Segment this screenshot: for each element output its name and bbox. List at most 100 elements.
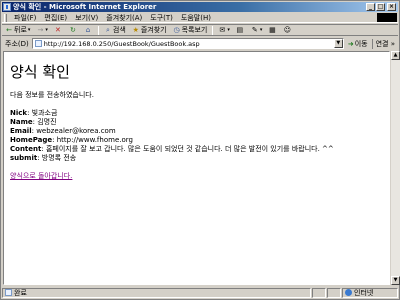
- scroll-track[interactable]: [391, 60, 400, 276]
- discuss-icon: ▦: [269, 26, 276, 34]
- history-icon: ◷: [173, 26, 180, 34]
- edit-icon: ✎: [251, 26, 258, 34]
- field-value: 방명록 전송: [41, 154, 77, 162]
- field-label: submit: [10, 154, 38, 162]
- zone-text: 인터넷: [354, 288, 374, 297]
- field-submit: submit: 방명록 전송: [10, 154, 77, 162]
- go-label: 이동: [354, 39, 368, 48]
- page-title: 양식 확인: [10, 63, 70, 81]
- address-label: 주소(D): [5, 39, 29, 48]
- toolbar-separator: [212, 25, 214, 35]
- go-arrow-icon: ➜: [347, 39, 354, 48]
- window-title: 양식 확인 - Microsoft Internet Explorer: [13, 3, 157, 11]
- home-button[interactable]: ⌂: [81, 25, 96, 36]
- vertical-scrollbar[interactable]: ▲ ▼: [390, 51, 400, 285]
- field-label: HomePage: [10, 136, 53, 144]
- intro-text: 다음 정보를 전송하였습니다.: [10, 91, 94, 99]
- field-content: Content: 홈페이지를 잘 보고 갑니다. 많은 도움이 되었던 것 같습…: [10, 145, 334, 153]
- toolbar-separator: [97, 25, 99, 35]
- favorites-icon: ★: [132, 26, 139, 34]
- messenger-icon: ☺: [283, 26, 292, 34]
- field-label: Nick: [10, 109, 28, 117]
- mail-button[interactable]: ✉ ▾: [215, 25, 233, 36]
- internet-globe-icon: [345, 289, 352, 296]
- ie-page-icon: [3, 3, 11, 11]
- discuss-button[interactable]: ▦: [265, 25, 280, 36]
- address-bar: 주소(D) http://192.168.0.250/GuestBook/Gue…: [2, 37, 398, 50]
- stop-button[interactable]: ✕: [51, 25, 66, 36]
- field-email: Email: webzealer@korea.com: [10, 127, 116, 135]
- links-button[interactable]: 연결 »: [371, 38, 395, 49]
- field-value: 홈페이지를 잘 보고 갑니다. 많은 도움이 되었던 것 같습니다. 더 많은 …: [45, 145, 334, 153]
- refresh-button[interactable]: ↻: [66, 25, 81, 36]
- messenger-button[interactable]: ☺: [280, 25, 295, 36]
- field-name: Name: 김명진: [10, 118, 57, 126]
- done-page-icon: [5, 289, 12, 296]
- search-button[interactable]: ⌕ 검색: [101, 25, 129, 36]
- forward-dropdown-icon[interactable]: ▾: [45, 27, 48, 33]
- menu-view[interactable]: 보기(V): [71, 13, 102, 23]
- field-homepage: HomePage: http://www.fhome.org: [10, 136, 133, 144]
- search-label: 검색: [112, 26, 126, 34]
- address-url[interactable]: http://192.168.0.250/GuestBook/GuestBook…: [44, 40, 334, 48]
- mail-dropdown-icon[interactable]: ▾: [227, 27, 230, 33]
- home-icon: ⌂: [85, 26, 91, 34]
- edit-button[interactable]: ✎ ▾: [248, 25, 266, 36]
- back-dropdown-icon[interactable]: ▾: [28, 27, 31, 33]
- menubar-grip: [4, 13, 7, 22]
- links-label: 연결: [375, 39, 389, 48]
- minimize-button[interactable]: _: [366, 3, 375, 11]
- scroll-down-button[interactable]: ▼: [391, 276, 400, 285]
- status-main: 완료: [2, 287, 311, 298]
- menu-bar: 파일(F) 편집(E) 보기(V) 즐겨찾기(A) 도구(T) 도움말(H): [2, 13, 398, 23]
- window-controls: _ □ ×: [365, 3, 396, 11]
- print-button[interactable]: ▤: [233, 25, 248, 36]
- links-chevron-icon: »: [390, 39, 395, 48]
- status-lock-cell: [327, 287, 341, 298]
- field-value: 빛과소금: [31, 109, 58, 117]
- address-field[interactable]: http://192.168.0.250/GuestBook/GuestBook…: [31, 38, 344, 49]
- edit-dropdown-icon[interactable]: ▾: [260, 27, 263, 33]
- history-label: 목록보기: [181, 26, 208, 34]
- favorites-label: 즐겨찾기: [140, 26, 167, 34]
- back-arrow-icon: ←: [6, 26, 12, 34]
- status-text: 완료: [14, 288, 27, 297]
- mail-icon: ✉: [219, 26, 226, 34]
- forward-arrow-icon: →: [37, 26, 44, 34]
- browser-window: 양식 확인 - Microsoft Internet Explorer _ □ …: [0, 0, 400, 300]
- field-label: Content: [10, 145, 42, 153]
- scroll-up-button[interactable]: ▲: [391, 51, 400, 60]
- stop-icon: ✕: [54, 26, 61, 34]
- status-zone: 인터넷: [342, 287, 398, 298]
- title-bar: 양식 확인 - Microsoft Internet Explorer _ □ …: [2, 2, 398, 12]
- field-nick: Nick: 빛과소금: [10, 109, 58, 117]
- menu-favorites[interactable]: 즐겨찾기(A): [102, 13, 146, 23]
- back-button[interactable]: ← 뒤로 ▾: [2, 25, 33, 36]
- field-label: Name: [10, 118, 33, 126]
- field-label: Email: [10, 127, 32, 135]
- status-bar: 완료 인터넷: [2, 287, 398, 298]
- address-dropdown-icon[interactable]: ▼: [333, 39, 343, 48]
- close-button[interactable]: ×: [387, 3, 396, 11]
- back-label: 뒤로: [14, 26, 27, 34]
- forward-button[interactable]: → ▾: [33, 25, 51, 36]
- status-progress-cell: [312, 287, 326, 298]
- field-value: 김명진: [37, 118, 57, 126]
- menu-tools[interactable]: 도구(T): [146, 13, 177, 23]
- menu-help[interactable]: 도움말(H): [177, 13, 215, 23]
- page-content: 양식 확인 다음 정보를 전송하였습니다. Nick: 빛과소금 Name: 김…: [3, 51, 390, 285]
- page-icon: [34, 40, 42, 47]
- back-to-form-link[interactable]: 양식으로 돌아갑니다.: [10, 171, 72, 181]
- favorites-button[interactable]: ★ 즐겨찾기: [129, 25, 170, 36]
- field-value: webzealer@korea.com: [36, 127, 116, 135]
- field-value: http://www.fhome.org: [56, 136, 133, 144]
- print-icon: ▤: [236, 26, 244, 34]
- maximize-button[interactable]: □: [376, 3, 385, 11]
- refresh-icon: ↻: [69, 26, 76, 34]
- go-button[interactable]: ➜ 이동: [348, 39, 368, 49]
- menu-file[interactable]: 파일(F): [10, 13, 40, 23]
- standard-toolbar: ← 뒤로 ▾ → ▾ ✕ ↻ ⌂ ⌕ 검색 ★ 즐겨찾기 ◷ 목록보기 ✉ ▾ ▤…: [2, 24, 398, 36]
- history-button[interactable]: ◷ 목록보기: [170, 25, 211, 36]
- windows-logo-icon: [377, 13, 397, 22]
- menu-edit[interactable]: 편집(E): [40, 13, 71, 23]
